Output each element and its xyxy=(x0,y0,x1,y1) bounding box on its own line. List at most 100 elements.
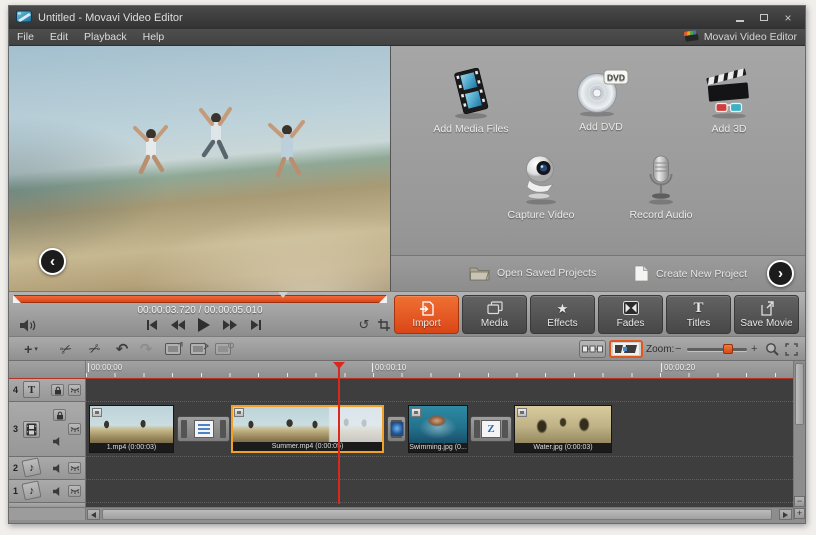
hide-track-icon[interactable] xyxy=(68,462,81,474)
import-icon xyxy=(419,300,434,316)
control-bar: 00:00:03.720 / 00:00:05.010 ↺ Import Med… xyxy=(9,291,805,336)
zoom-out-icon[interactable]: − xyxy=(675,339,681,359)
menu-playback[interactable]: Playback xyxy=(76,29,135,46)
capture-video-button[interactable]: Capture Video xyxy=(486,154,596,221)
folder-icon xyxy=(469,267,490,281)
timeline-view-button[interactable] xyxy=(609,340,643,358)
maximize-icon[interactable] xyxy=(757,12,771,24)
clip-swimming-jpg[interactable]: Swimming.jpg (0... xyxy=(408,405,468,453)
volume-icon[interactable] xyxy=(17,317,41,333)
mode-buttons: Import Media ★ Effects Fades T Titles Sa… xyxy=(394,295,799,335)
lock-track-icon[interactable] xyxy=(51,384,64,396)
fast-forward-icon[interactable] xyxy=(219,317,241,333)
track-number: 2 xyxy=(13,463,19,473)
playhead-line[interactable] xyxy=(338,363,340,504)
playhead-marker[interactable] xyxy=(333,362,345,369)
add-dvd-button[interactable]: DVD Add DVD xyxy=(546,68,656,133)
document-icon xyxy=(634,265,649,282)
title-bar[interactable]: Untitled - Movavi Video Editor × xyxy=(9,6,805,29)
skip-end-icon[interactable] xyxy=(245,317,267,333)
menu-file[interactable]: File xyxy=(9,29,42,46)
horizontal-scrollbar[interactable] xyxy=(86,507,793,520)
clip-thumbnail xyxy=(233,407,382,442)
hide-track-icon[interactable] xyxy=(68,384,81,396)
title-track-icon[interactable]: T xyxy=(23,381,40,398)
preview-prev-button[interactable]: ‹ xyxy=(39,248,66,275)
video-lane[interactable]: 1.mp4 (0:00:03) Summer.mp4 (0:00:05) Swi… xyxy=(86,402,793,457)
audio-lane-1[interactable] xyxy=(86,480,793,503)
redo-icon[interactable]: ↷ xyxy=(137,339,155,359)
save-movie-button[interactable]: Save Movie xyxy=(734,295,799,334)
hide-track-icon[interactable] xyxy=(68,485,81,497)
clip-water-jpg[interactable]: Water.jpg (0:00:03) xyxy=(514,405,612,453)
vertical-scrollbar[interactable]: − + xyxy=(793,361,805,520)
add-3d-button[interactable]: Add 3D xyxy=(674,68,784,135)
effects-button[interactable]: ★ Effects xyxy=(530,295,595,334)
lock-track-icon[interactable] xyxy=(53,409,66,421)
video-preview: ‹ xyxy=(9,46,391,291)
zoom-slider[interactable] xyxy=(687,344,747,354)
open-saved-projects-label: Open Saved Projects xyxy=(497,267,597,279)
minimize-icon[interactable] xyxy=(733,12,747,24)
split-clip-icon[interactable]: ✂ xyxy=(52,335,80,362)
clip-properties-icon[interactable] xyxy=(165,339,184,359)
hide-track-icon[interactable] xyxy=(68,423,81,435)
media-button[interactable]: Media xyxy=(462,295,527,334)
preview-seekbar[interactable] xyxy=(13,295,387,303)
trim-start-handle[interactable] xyxy=(13,295,21,303)
title-lane[interactable] xyxy=(86,379,793,402)
timeline-ruler[interactable]: 00:00:00 00:00:10 00:00:20 xyxy=(9,361,805,379)
zoom-slider-thumb[interactable] xyxy=(723,344,733,354)
undo-icon[interactable]: ↶ xyxy=(113,339,131,359)
crop-icon[interactable] xyxy=(373,317,395,333)
transition-fade[interactable] xyxy=(177,416,230,442)
video-track-icon[interactable] xyxy=(23,421,40,438)
seek-position-marker[interactable] xyxy=(278,292,288,298)
record-audio-button[interactable]: Record Audio xyxy=(606,154,716,221)
add-clip-button[interactable]: + ▾ xyxy=(17,339,45,359)
import-label: Import xyxy=(412,317,441,329)
transition-letter-z[interactable]: Z xyxy=(470,416,512,442)
fades-button[interactable]: Fades xyxy=(598,295,663,334)
titles-button[interactable]: T Titles xyxy=(666,295,731,334)
trim-end-handle[interactable] xyxy=(379,295,387,303)
transition-water[interactable] xyxy=(387,416,406,442)
clip-tools-icon[interactable] xyxy=(190,339,209,359)
scroll-left-icon[interactable] xyxy=(87,509,100,520)
storyboard-view-button[interactable] xyxy=(579,340,606,358)
horizontal-scroll-thumb[interactable] xyxy=(102,509,772,520)
rotate-icon[interactable]: ↺ xyxy=(353,317,375,333)
fit-to-screen-icon[interactable] xyxy=(785,339,798,359)
skip-start-icon[interactable] xyxy=(141,317,163,333)
zoom-in-icon[interactable]: + xyxy=(751,339,757,359)
cut-out-icon[interactable]: ✂ xyxy=(80,335,108,362)
import-button[interactable]: Import xyxy=(394,295,459,334)
open-saved-projects-link[interactable]: Open Saved Projects xyxy=(469,265,596,281)
audio-track-icon[interactable]: ♪ xyxy=(21,480,42,501)
mute-track-icon[interactable] xyxy=(51,485,64,497)
clip-effects-icon[interactable] xyxy=(215,339,234,359)
clip-name: Water.jpg (0:00:03) xyxy=(515,443,611,452)
create-new-project-link[interactable]: Create New Project xyxy=(634,265,747,282)
menu-edit[interactable]: Edit xyxy=(42,29,76,46)
app-icon xyxy=(16,10,32,26)
mute-track-icon[interactable] xyxy=(51,462,64,474)
scroll-right-icon[interactable] xyxy=(779,509,792,520)
clip-summer-mp4[interactable]: Summer.mp4 (0:00:05) xyxy=(231,405,384,453)
audio-track-icon[interactable]: ♪ xyxy=(21,457,42,478)
save-movie-icon xyxy=(759,300,774,316)
track-height-minus-icon[interactable]: − xyxy=(794,496,805,507)
mute-track-icon[interactable] xyxy=(51,435,64,447)
close-icon[interactable]: × xyxy=(781,11,795,25)
track-header-4: 4 T xyxy=(9,379,86,402)
track-height-plus-icon[interactable]: + xyxy=(794,508,805,519)
menu-help[interactable]: Help xyxy=(135,29,173,46)
magnifier-icon[interactable] xyxy=(765,339,779,359)
clip-1mp4[interactable]: 1.mp4 (0:00:03) xyxy=(89,405,174,453)
play-icon[interactable] xyxy=(193,317,215,333)
launchpad-next-button[interactable]: › xyxy=(767,260,794,287)
vertical-scroll-thumb[interactable] xyxy=(795,363,804,425)
audio-lane-2[interactable] xyxy=(86,457,793,480)
rewind-icon[interactable] xyxy=(167,317,189,333)
add-media-files-button[interactable]: Add Media Files xyxy=(416,68,526,135)
